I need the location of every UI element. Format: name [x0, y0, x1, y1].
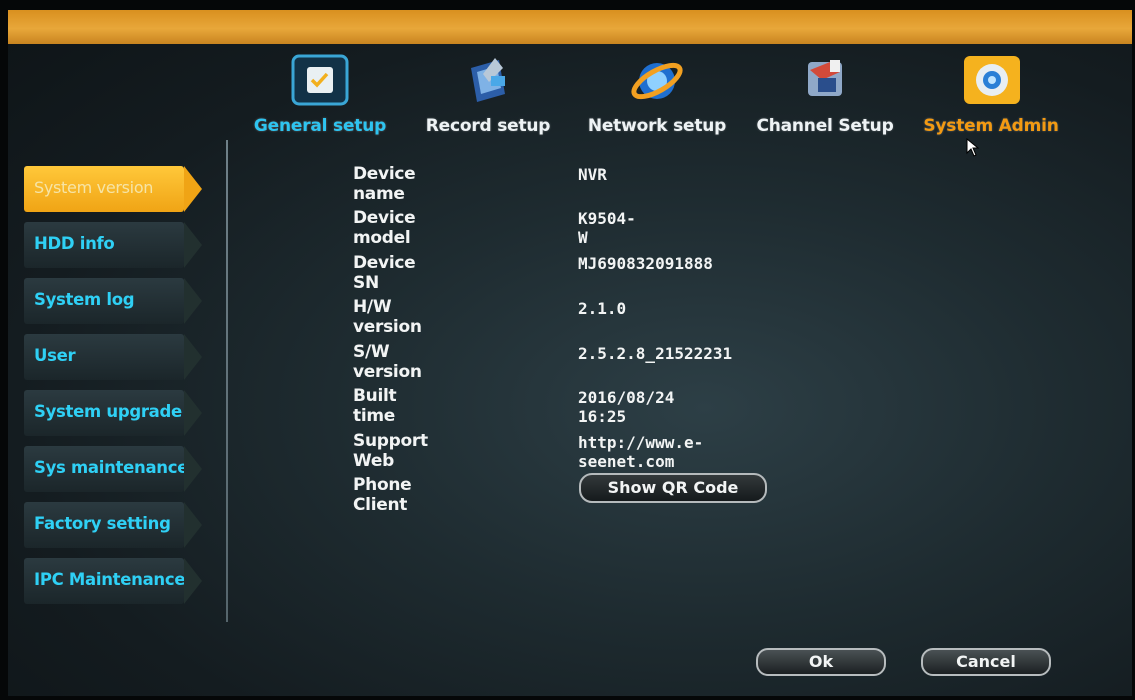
mouse-cursor-icon — [966, 138, 980, 157]
sidebar-item-label: System log — [34, 290, 135, 309]
hw-version-value: 2.1.0 — [578, 299, 627, 318]
record-setup-icon — [457, 54, 519, 106]
sidebar-item-system-upgrade[interactable]: System upgrade — [24, 390, 202, 436]
cancel-button[interactable]: Cancel — [921, 648, 1051, 676]
tab-general-setup[interactable]: General setup — [245, 44, 395, 154]
hw-version-label: H/W version — [353, 297, 422, 337]
tab-record-setup[interactable]: Record setup — [413, 44, 563, 154]
channel-setup-icon — [794, 54, 856, 106]
nvr-screen: General setup Record setup Network setup… — [8, 10, 1132, 696]
sidebar-item-label: Sys maintenance — [34, 458, 189, 477]
sidebar-item-ipc-maintenance[interactable]: IPC Maintenance — [24, 558, 202, 604]
tab-system-admin[interactable]: System Admin — [916, 44, 1066, 154]
tab-label: Network setup — [587, 116, 727, 136]
device-name-label: Device name — [353, 164, 416, 204]
show-qr-code-button[interactable]: Show QR Code — [579, 473, 767, 503]
sidebar-item-label: System upgrade — [34, 402, 182, 421]
built-time-label: Built time — [353, 386, 397, 426]
sidebar-item-label: HDD info — [34, 234, 115, 253]
network-setup-icon — [626, 54, 688, 106]
sidebar-item-user[interactable]: User — [24, 334, 202, 380]
tab-label: Record setup — [425, 116, 551, 136]
device-name-value: NVR — [578, 165, 607, 184]
top-tabs: General setup Record setup Network setup… — [8, 44, 1132, 154]
sidebar-item-system-version[interactable]: System version — [24, 166, 202, 212]
chevron-right-icon — [184, 390, 202, 436]
device-model-value: K9504-W — [578, 209, 636, 247]
sidebar-item-system-log[interactable]: System log — [24, 278, 202, 324]
device-model-label: Device model — [353, 208, 416, 248]
device-sn-label: Device SN — [353, 253, 416, 293]
chevron-right-icon — [184, 222, 202, 268]
sidebar-item-label: User — [34, 346, 76, 365]
sidebar-item-sys-maintenance[interactable]: Sys maintenance — [24, 446, 202, 492]
tab-label: Channel Setup — [756, 116, 894, 136]
sw-version-value: 2.5.2.8_21522231 — [578, 344, 733, 363]
chevron-right-icon — [184, 278, 202, 324]
tab-channel-setup[interactable]: Channel Setup — [750, 44, 900, 154]
built-time-value: 2016/08/24 16:25 — [578, 388, 675, 426]
sidebar-item-hdd-info[interactable]: HDD info — [24, 222, 202, 268]
device-sn-value: MJ690832091888 — [578, 254, 713, 273]
chevron-right-icon — [184, 446, 202, 492]
tab-network-setup[interactable]: Network setup — [582, 44, 732, 154]
tab-label: General setup — [253, 116, 387, 136]
phone-client-label: Phone Client — [353, 475, 412, 515]
sidebar-item-label: IPC Maintenance — [34, 570, 186, 589]
chevron-right-icon — [184, 166, 202, 212]
system-admin-icon — [960, 54, 1022, 106]
chevron-right-icon — [184, 502, 202, 548]
sidebar-item-factory-setting[interactable]: Factory setting — [24, 502, 202, 548]
tab-label: System Admin — [923, 116, 1059, 136]
sidebar-divider — [226, 140, 228, 622]
support-web-label: Support Web — [353, 431, 428, 471]
sw-version-label: S/W version — [353, 342, 422, 382]
general-setup-icon — [289, 54, 351, 106]
chevron-right-icon — [184, 334, 202, 380]
support-web-value: http://www.e-seenet.com — [578, 433, 704, 471]
chevron-right-icon — [184, 558, 202, 604]
ok-button[interactable]: Ok — [756, 648, 886, 676]
sidebar-item-label: System version — [34, 178, 154, 197]
top-bar — [8, 10, 1132, 44]
sidebar-item-label: Factory setting — [34, 514, 171, 533]
